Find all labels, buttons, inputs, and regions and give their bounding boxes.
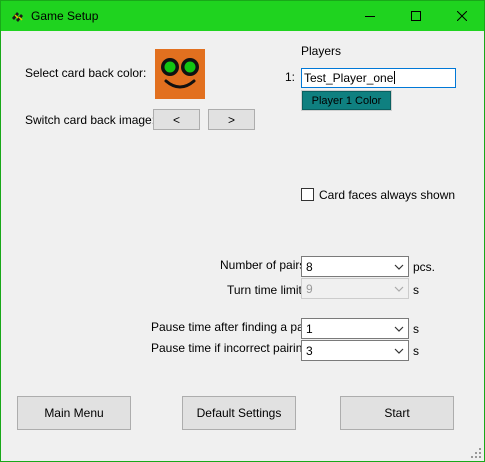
- pause-incorrect-unit: s: [413, 344, 419, 358]
- player-1-index-label: 1:: [285, 70, 296, 84]
- player-1-color-button[interactable]: Player 1 Color: [301, 90, 392, 111]
- select-card-color-label: Select card back color:: [25, 66, 147, 80]
- chevron-down-icon: [394, 264, 404, 270]
- smiley-face-icon: [161, 58, 199, 89]
- start-button[interactable]: Start: [340, 396, 454, 430]
- turn-time-limit-label: Turn time limit:: [227, 283, 306, 297]
- close-icon: [457, 11, 467, 21]
- maximize-icon: [411, 11, 421, 21]
- minimize-button[interactable]: [347, 1, 393, 31]
- close-button[interactable]: [439, 1, 485, 31]
- player-1-name-input[interactable]: Test_Player_one: [301, 68, 456, 88]
- players-heading: Players: [301, 44, 342, 58]
- card-back-preview[interactable]: [155, 49, 205, 99]
- main-menu-button[interactable]: Main Menu: [17, 396, 131, 430]
- maximize-button[interactable]: [393, 1, 439, 31]
- card-faces-checkbox[interactable]: [301, 188, 314, 201]
- number-of-pairs-value: 8: [306, 260, 313, 274]
- turn-time-limit-unit: s: [413, 283, 419, 297]
- number-of-pairs-label: Number of pairs:: [220, 258, 309, 272]
- minimize-icon: [365, 16, 375, 17]
- player-1-name-value: Test_Player_one: [304, 71, 394, 85]
- pause-after-pair-unit: s: [413, 322, 419, 336]
- chevron-down-icon: [394, 286, 404, 292]
- pause-incorrect-select[interactable]: 3: [301, 340, 409, 361]
- turn-time-limit-value: 9: [306, 282, 313, 296]
- pause-after-pair-select[interactable]: 1: [301, 318, 409, 339]
- pause-incorrect-value: 3: [306, 344, 313, 358]
- app-icon: [12, 12, 23, 22]
- number-of-pairs-unit: pcs.: [413, 260, 436, 274]
- text-caret: [394, 71, 396, 84]
- number-of-pairs-select[interactable]: 8: [301, 256, 409, 277]
- game-setup-window: Game Setup Select card back color: Switc…: [0, 0, 485, 462]
- card-faces-label: Card faces always shown: [319, 188, 456, 202]
- chevron-down-icon: [394, 348, 404, 354]
- resize-grip-icon[interactable]: [471, 448, 481, 458]
- pause-after-pair-label: Pause time after finding a pair:: [151, 320, 314, 334]
- switch-card-image-label: Switch card back image:: [25, 113, 156, 127]
- pause-incorrect-label: Pause time if incorrect pairing:: [151, 341, 313, 355]
- pause-after-pair-value: 1: [306, 322, 313, 336]
- default-settings-button[interactable]: Default Settings: [182, 396, 296, 430]
- previous-card-image-button[interactable]: <: [153, 109, 200, 130]
- window-title: Game Setup: [31, 9, 99, 23]
- title-bar[interactable]: Game Setup: [1, 1, 484, 31]
- next-card-image-button[interactable]: >: [208, 109, 255, 130]
- chevron-down-icon: [394, 326, 404, 332]
- turn-time-limit-select: 9: [301, 278, 409, 299]
